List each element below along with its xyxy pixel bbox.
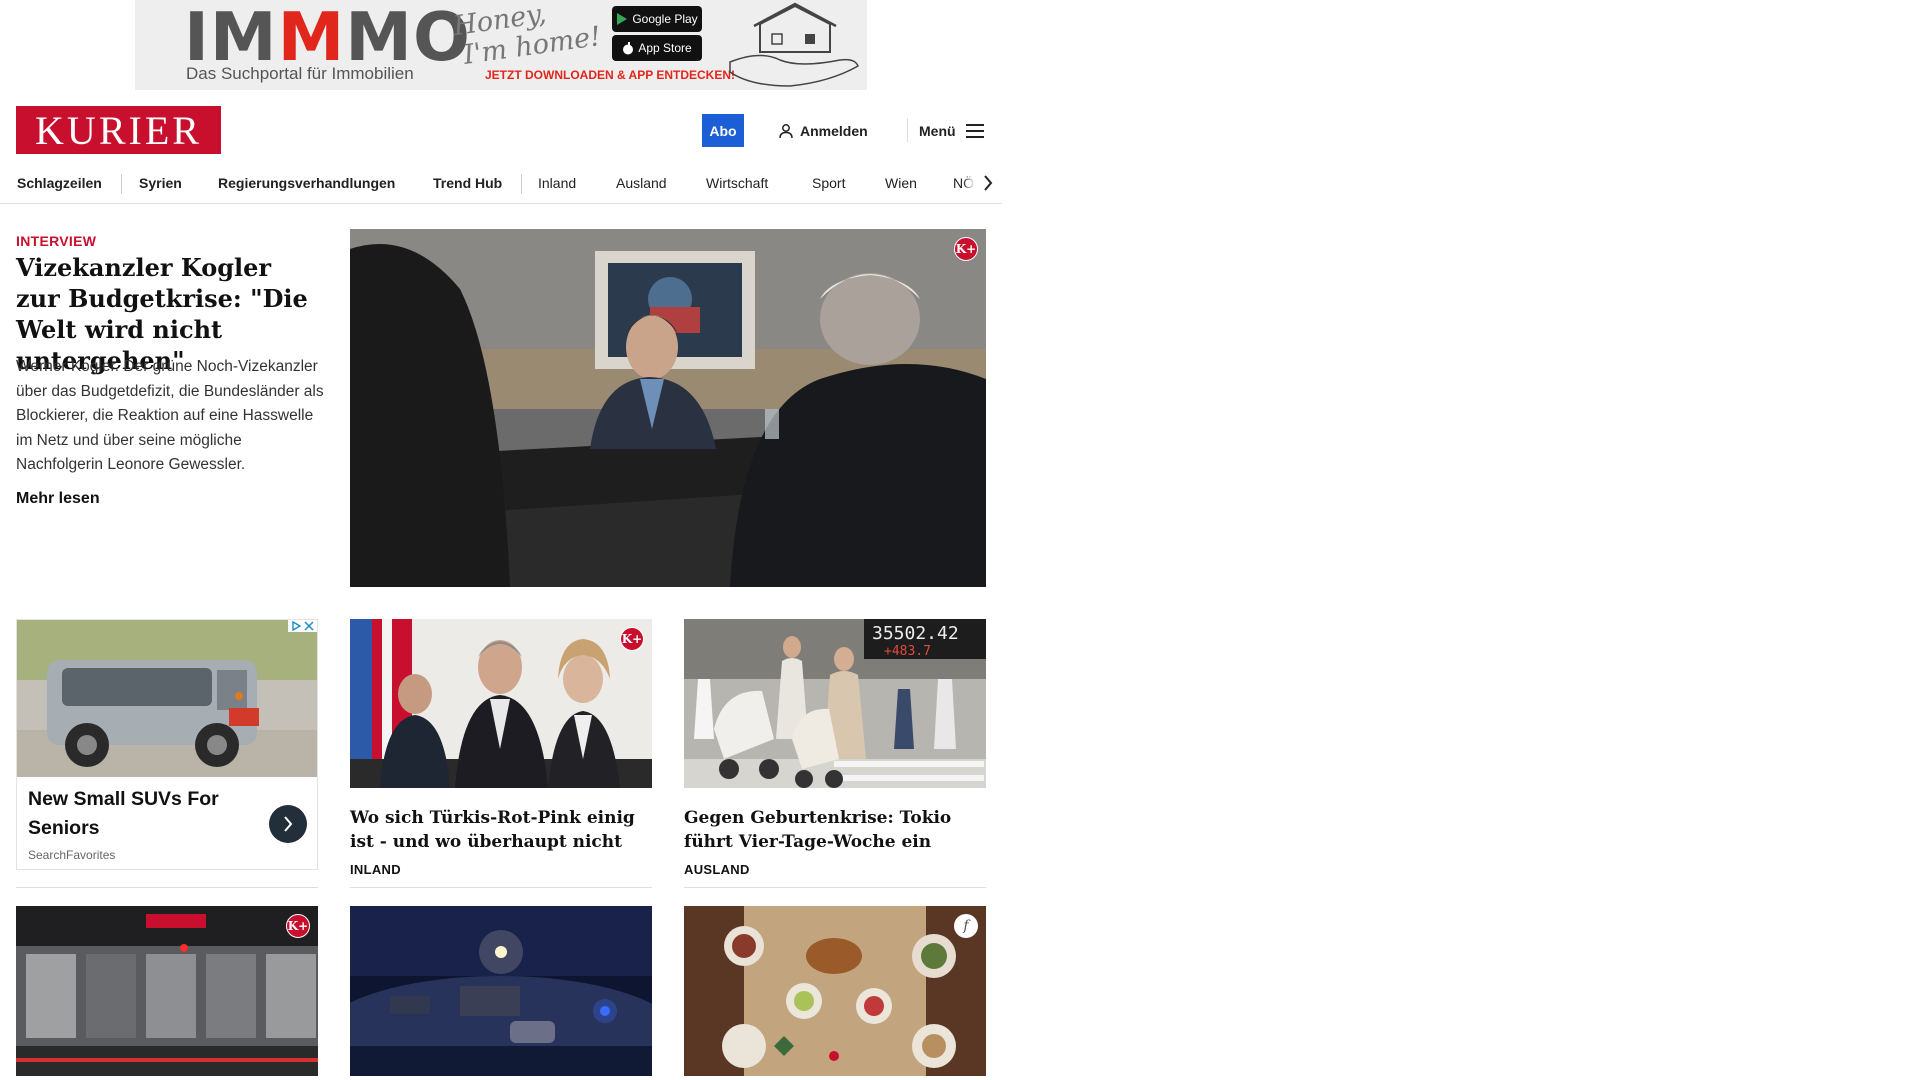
sponsored-image: [17, 620, 317, 777]
article-card[interactable]: K+: [16, 906, 318, 1076]
subway-station-photo: [16, 906, 318, 1076]
nav-separator: [121, 174, 122, 194]
section-nav: Schlagzeilen Syrien Regierungsverhandlun…: [0, 162, 1002, 204]
ad-cta: JETZT DOWNLOADEN & APP ENTDECKEN!: [485, 68, 736, 82]
stock-ticker: 35502.42: [872, 623, 959, 644]
nav-item-regierungsverhandlungen[interactable]: Regierungsverhandlungen: [218, 170, 395, 196]
ad-tagline: Das Suchportal für Immobilien: [186, 64, 414, 83]
kplus-badge: K+: [286, 914, 310, 938]
hamburger-icon: [965, 123, 984, 138]
nav-item-schlagzeilen[interactable]: Schlagzeilen: [17, 170, 102, 196]
kplus-badge: K+: [620, 627, 644, 651]
lead-kicker: INTERVIEW: [16, 233, 97, 249]
stock-ticker-change: +483.7: [884, 644, 931, 659]
card-divider: [350, 887, 652, 888]
site-header: KURIER Abo Anmelden Menü: [0, 100, 1000, 160]
nav-item-inland[interactable]: Inland: [538, 170, 576, 196]
nav-item-sport[interactable]: Sport: [812, 170, 845, 196]
night-accident-scene-photo: [350, 906, 652, 1076]
article-section[interactable]: AUSLAND: [684, 862, 986, 877]
nav-item-wien[interactable]: Wien: [885, 170, 917, 196]
nav-item-ausland[interactable]: Ausland: [616, 170, 667, 196]
lead-teaser: Werner Kogler. Der grüne Noch-Vizekanzle…: [16, 358, 324, 473]
menu-label: Menü: [919, 122, 956, 139]
menu-button[interactable]: Menü: [919, 114, 984, 147]
house-in-hand-icon: [729, 2, 859, 87]
lead-image[interactable]: K+: [350, 229, 986, 587]
article-title[interactable]: Wo sich Türkis-Rot-Pink einig ist - und …: [350, 806, 652, 854]
article-card[interactable]: f: [684, 906, 986, 1076]
ad-brand: IMMMO: [184, 0, 471, 76]
article-section[interactable]: INLAND: [350, 862, 652, 877]
article-image[interactable]: [350, 906, 652, 1076]
abo-button[interactable]: Abo: [702, 114, 744, 147]
play-icon: [617, 13, 628, 25]
card-divider: [16, 887, 318, 888]
advertisement-banner[interactable]: IMMMO Das Suchportal für Immobilien Hone…: [135, 0, 867, 90]
user-icon: [779, 123, 793, 138]
nav-item-syrien[interactable]: Syrien: [139, 170, 182, 196]
adchoices-triangle-icon: [292, 621, 301, 631]
sponsored-arrow-button[interactable]: [269, 805, 307, 843]
chevron-right-icon: [284, 816, 293, 832]
interview-photo: [350, 229, 986, 587]
ad-script-text: Honey, I'm home!: [451, 0, 603, 71]
nav-item-trend-hub[interactable]: Trend Hub: [433, 170, 502, 196]
sponsored-source: SearchFavorites: [28, 848, 116, 862]
app-store-badge[interactable]: App Store: [612, 35, 702, 61]
article-card[interactable]: 35502.42 +483.7 Gegen Geburtenkrise: Tok…: [684, 619, 986, 877]
close-icon: [304, 621, 314, 631]
read-more-link[interactable]: Mehr lesen: [16, 490, 100, 508]
nav-scroll-right-button[interactable]: [963, 166, 993, 200]
foodnews-badge: f: [954, 914, 978, 938]
card-divider: [684, 887, 986, 888]
press-conference-photo: [350, 619, 652, 788]
nav-item-wirtschaft[interactable]: Wirtschaft: [706, 170, 768, 196]
header-divider: [907, 118, 908, 142]
kplus-badge: K+: [954, 237, 978, 261]
article-image[interactable]: K+: [16, 906, 318, 1076]
adchoices-icon[interactable]: [288, 620, 317, 632]
tokyo-street-photo: 35502.42 +483.7: [684, 619, 986, 788]
nav-separator: [521, 174, 522, 194]
article-title[interactable]: Gegen Geburtenkrise: Tokio führt Vier-Ta…: [684, 806, 986, 854]
festive-dinner-table-photo: [684, 906, 986, 1076]
kurier-logo[interactable]: KURIER: [16, 106, 221, 154]
login-label: Anmelden: [800, 122, 868, 139]
article-image[interactable]: f: [684, 906, 986, 1076]
article-card[interactable]: K+ Wo sich Türkis-Rot-Pink einig ist - u…: [350, 619, 652, 877]
login-button[interactable]: Anmelden: [778, 114, 868, 147]
apple-icon: [623, 42, 634, 55]
google-play-badge[interactable]: Google Play: [612, 6, 702, 32]
article-card[interactable]: [350, 906, 652, 1076]
article-image[interactable]: K+: [350, 619, 652, 788]
small-suv-photo: [17, 620, 317, 777]
sponsored-card[interactable]: New Small SUVs For Seniors SearchFavorit…: [16, 619, 318, 870]
sponsored-title: New Small SUVs For Seniors: [28, 788, 219, 839]
chevron-right-icon: [984, 175, 993, 191]
article-image[interactable]: 35502.42 +483.7: [684, 619, 986, 788]
